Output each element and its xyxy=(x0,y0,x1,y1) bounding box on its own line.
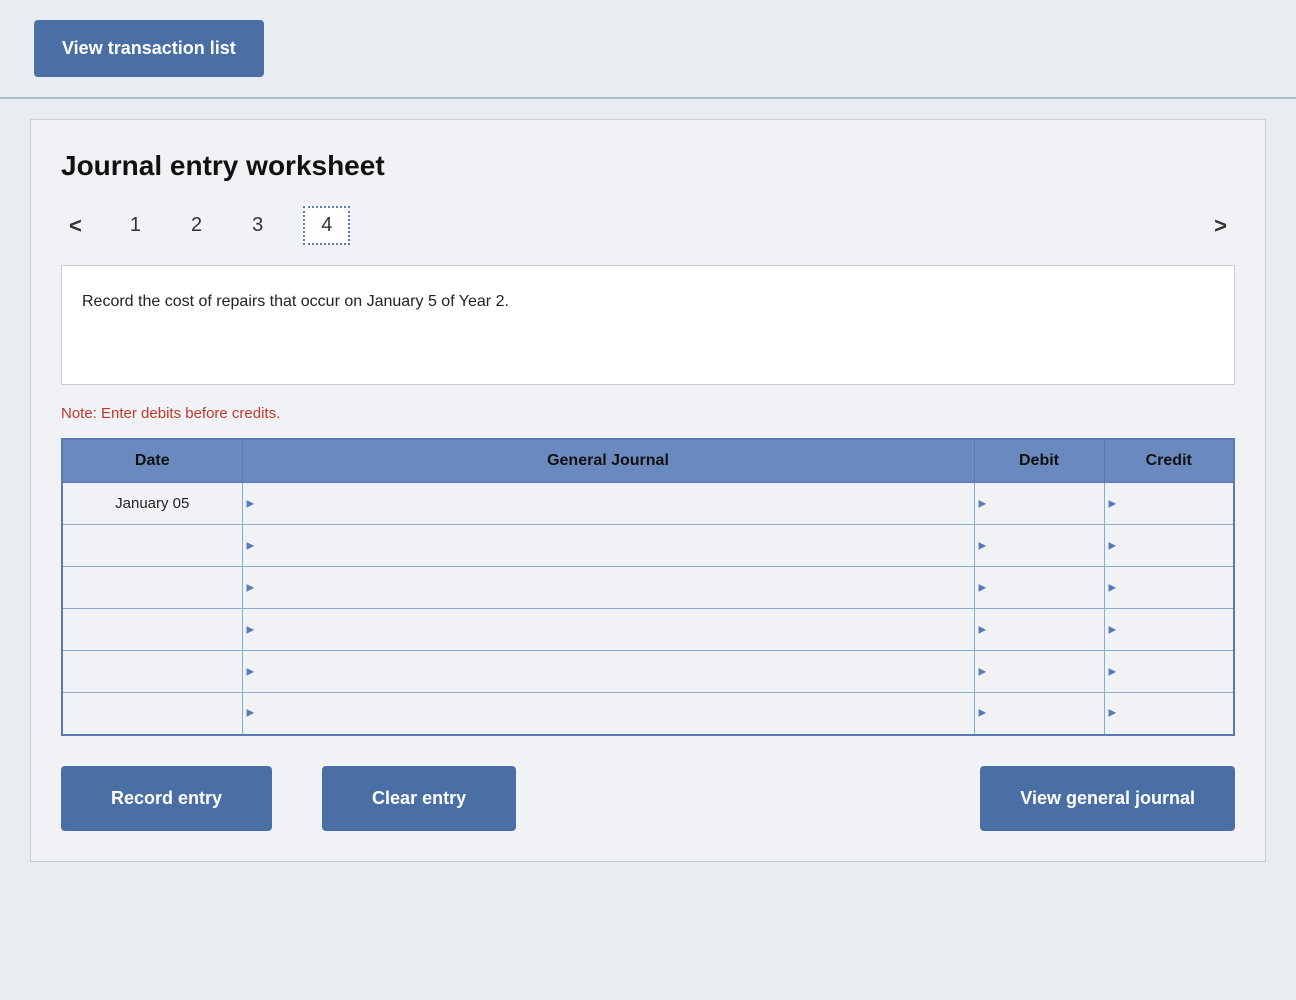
journal-input-2[interactable] xyxy=(243,567,974,608)
header-debit: Debit xyxy=(974,439,1104,483)
debit-cell-2[interactable] xyxy=(974,567,1104,609)
top-bar: View transaction list xyxy=(0,0,1296,99)
credit-input-3[interactable] xyxy=(1105,609,1234,650)
view-transaction-button[interactable]: View transaction list xyxy=(34,20,264,77)
table-row xyxy=(62,525,1234,567)
clear-entry-button[interactable]: Clear entry xyxy=(322,766,516,831)
record-entry-button[interactable]: Record entry xyxy=(61,766,272,831)
credit-cell-3[interactable] xyxy=(1104,609,1234,651)
credit-input-0[interactable] xyxy=(1105,483,1234,524)
page-3-button[interactable]: 3 xyxy=(242,208,273,243)
page-1-button[interactable]: 1 xyxy=(120,208,151,243)
debit-cell-3[interactable] xyxy=(974,609,1104,651)
view-general-journal-button[interactable]: View general journal xyxy=(980,766,1235,831)
debit-input-0[interactable] xyxy=(975,483,1104,524)
debit-input-2[interactable] xyxy=(975,567,1104,608)
credit-input-2[interactable] xyxy=(1105,567,1234,608)
date-cell-4 xyxy=(62,651,242,693)
journal-cell-0[interactable] xyxy=(242,483,974,525)
note-text: Note: Enter debits before credits. xyxy=(61,405,1235,422)
table-row xyxy=(62,609,1234,651)
journal-cell-3[interactable] xyxy=(242,609,974,651)
header-credit: Credit xyxy=(1104,439,1234,483)
credit-cell-5[interactable] xyxy=(1104,693,1234,735)
credit-cell-0[interactable] xyxy=(1104,483,1234,525)
journal-input-5[interactable] xyxy=(243,693,974,734)
debit-cell-4[interactable] xyxy=(974,651,1104,693)
debit-cell-1[interactable] xyxy=(974,525,1104,567)
date-cell-2 xyxy=(62,567,242,609)
journal-cell-5[interactable] xyxy=(242,693,974,735)
credit-cell-2[interactable] xyxy=(1104,567,1234,609)
debit-cell-0[interactable] xyxy=(974,483,1104,525)
table-row xyxy=(62,567,1234,609)
table-row xyxy=(62,693,1234,735)
debit-cell-5[interactable] xyxy=(974,693,1104,735)
journal-table: Date General Journal Debit Credit Januar… xyxy=(61,438,1235,736)
debit-input-4[interactable] xyxy=(975,651,1104,692)
page-2-button[interactable]: 2 xyxy=(181,208,212,243)
credit-input-1[interactable] xyxy=(1105,525,1234,566)
date-cell-5 xyxy=(62,693,242,735)
journal-input-3[interactable] xyxy=(243,609,974,650)
debit-input-5[interactable] xyxy=(975,693,1104,734)
credit-input-4[interactable] xyxy=(1105,651,1234,692)
credit-cell-1[interactable] xyxy=(1104,525,1234,567)
instruction-text: Record the cost of repairs that occur on… xyxy=(82,293,509,310)
date-cell-0: January 05 xyxy=(62,483,242,525)
debit-input-1[interactable] xyxy=(975,525,1104,566)
instruction-box: Record the cost of repairs that occur on… xyxy=(61,265,1235,385)
next-page-button[interactable]: > xyxy=(1206,209,1235,243)
debit-input-3[interactable] xyxy=(975,609,1104,650)
prev-page-button[interactable]: < xyxy=(61,209,90,243)
header-date: Date xyxy=(62,439,242,483)
date-cell-3 xyxy=(62,609,242,651)
header-general-journal: General Journal xyxy=(242,439,974,483)
button-row: Record entry Clear entry View general jo… xyxy=(61,766,1235,831)
journal-cell-2[interactable] xyxy=(242,567,974,609)
journal-cell-1[interactable] xyxy=(242,525,974,567)
journal-input-1[interactable] xyxy=(243,525,974,566)
journal-input-4[interactable] xyxy=(243,651,974,692)
credit-input-5[interactable] xyxy=(1105,693,1234,734)
main-container: Journal entry worksheet < 1 2 3 4 > Reco… xyxy=(30,119,1266,862)
navigation-row: < 1 2 3 4 > xyxy=(61,206,1235,245)
page-4-button[interactable]: 4 xyxy=(303,206,350,245)
worksheet-title: Journal entry worksheet xyxy=(61,150,1235,182)
table-row: January 05 xyxy=(62,483,1234,525)
journal-input-0[interactable] xyxy=(243,483,974,524)
journal-cell-4[interactable] xyxy=(242,651,974,693)
date-cell-1 xyxy=(62,525,242,567)
table-header-row: Date General Journal Debit Credit xyxy=(62,439,1234,483)
credit-cell-4[interactable] xyxy=(1104,651,1234,693)
table-row xyxy=(62,651,1234,693)
